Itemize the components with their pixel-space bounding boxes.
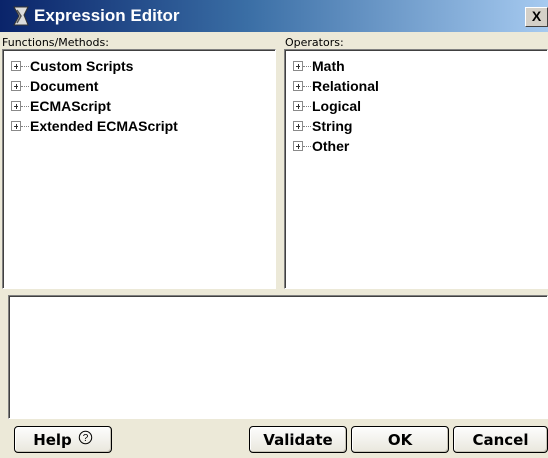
tree-connector bbox=[21, 105, 29, 107]
tree-item-label: Relational bbox=[312, 78, 379, 94]
tree-item-label: Extended ECMAScript bbox=[30, 118, 178, 134]
operators-tree[interactable]: Math Relational Logical String Other bbox=[284, 49, 548, 289]
tree-connector bbox=[21, 85, 29, 87]
functions-methods-label: Functions/Methods: bbox=[2, 36, 109, 49]
tree-item-label: Other bbox=[312, 138, 350, 154]
expand-icon[interactable] bbox=[293, 101, 303, 111]
validate-button[interactable]: Validate bbox=[249, 426, 347, 453]
ok-button[interactable]: OK bbox=[351, 426, 449, 453]
tree-connector bbox=[303, 125, 311, 127]
tree-item-label: ECMAScript bbox=[30, 98, 111, 114]
tree-connector bbox=[21, 125, 29, 127]
window-title: Expression Editor bbox=[34, 6, 180, 25]
expression-text-area[interactable] bbox=[8, 295, 548, 419]
help-button-label: Help bbox=[33, 430, 72, 449]
tree-item-extended-ecmascript[interactable]: Extended ECMAScript bbox=[11, 116, 178, 136]
close-button[interactable]: X bbox=[525, 7, 548, 27]
tree-connector bbox=[21, 65, 29, 67]
tree-item-custom-scripts[interactable]: Custom Scripts bbox=[11, 56, 178, 76]
tree-item-ecmascript[interactable]: ECMAScript bbox=[11, 96, 178, 116]
operators-label: Operators: bbox=[285, 36, 344, 49]
expression-editor-icon bbox=[13, 6, 29, 26]
help-button[interactable]: Help ? bbox=[14, 426, 112, 453]
expand-icon[interactable] bbox=[293, 81, 303, 91]
tree-item-label: String bbox=[312, 118, 353, 134]
expand-icon[interactable] bbox=[11, 121, 21, 131]
tree-item-label: Custom Scripts bbox=[30, 58, 134, 74]
tree-item-label: Logical bbox=[312, 98, 362, 114]
tree-item-label: Document bbox=[30, 78, 99, 94]
tree-item-other[interactable]: Other bbox=[293, 136, 379, 156]
tree-item-logical[interactable]: Logical bbox=[293, 96, 379, 116]
expand-icon[interactable] bbox=[293, 121, 303, 131]
expand-icon[interactable] bbox=[293, 61, 303, 71]
cancel-button[interactable]: Cancel bbox=[453, 426, 548, 453]
functions-methods-tree[interactable]: Custom Scripts Document ECMAScript Exten… bbox=[2, 49, 276, 289]
expand-icon[interactable] bbox=[293, 141, 303, 151]
question-circle-icon: ? bbox=[78, 430, 93, 449]
tree-item-math[interactable]: Math bbox=[293, 56, 379, 76]
expand-icon[interactable] bbox=[11, 81, 21, 91]
tree-item-document[interactable]: Document bbox=[11, 76, 178, 96]
title-bar[interactable]: Expression Editor X bbox=[0, 0, 548, 32]
help-icon-glyph: ? bbox=[83, 433, 89, 444]
tree-connector bbox=[303, 145, 311, 147]
expand-icon[interactable] bbox=[11, 101, 21, 111]
tree-connector bbox=[303, 105, 311, 107]
tree-item-string[interactable]: String bbox=[293, 116, 379, 136]
tree-item-relational[interactable]: Relational bbox=[293, 76, 379, 96]
expand-icon[interactable] bbox=[11, 61, 21, 71]
tree-connector bbox=[303, 85, 311, 87]
tree-item-label: Math bbox=[312, 58, 345, 74]
tree-connector bbox=[303, 65, 311, 67]
